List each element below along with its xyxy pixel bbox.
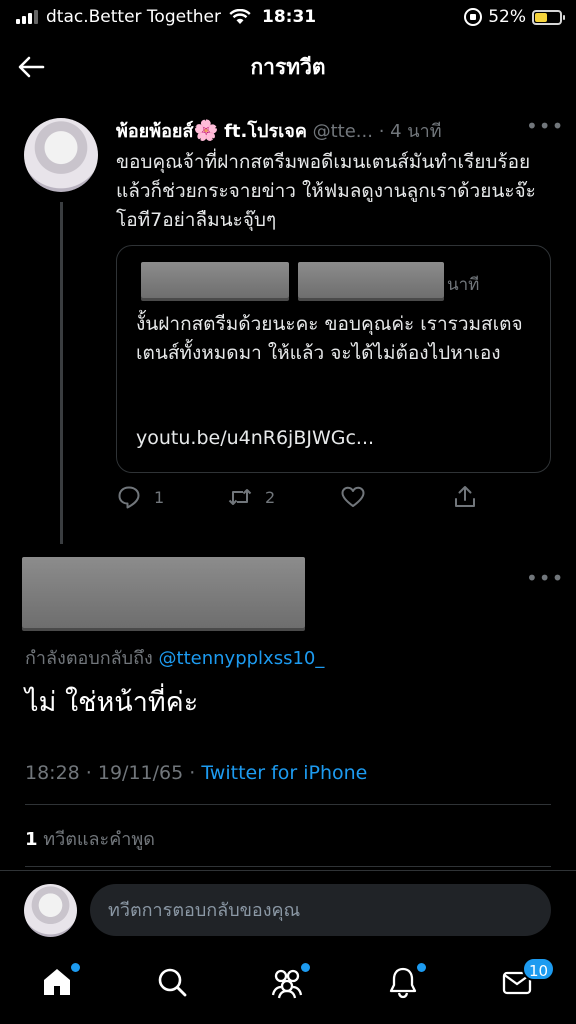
- quote-count: 1: [25, 829, 38, 850]
- thread-line: [60, 202, 63, 544]
- communities-icon: [271, 969, 303, 999]
- tweet-timestamp: 18:28 · 19/11/65 ·: [25, 762, 196, 784]
- quote-stats[interactable]: 1 ทวีตและคำพูด: [25, 824, 155, 853]
- redacted-block: [298, 262, 444, 298]
- retweet-count: 2: [265, 487, 276, 507]
- quote-label: ทวีตและคำพูด: [43, 829, 155, 850]
- quoted-time-ago: นาที: [447, 275, 480, 295]
- tab-communities[interactable]: [270, 963, 310, 1001]
- clock: 18:31: [262, 7, 317, 27]
- context-tweet-header: พ้อยพ้อยส์🌸 ft.โปรเจค @tte... · 4 นาที: [116, 116, 442, 145]
- redacted-block: [141, 262, 289, 298]
- retweet-icon: [228, 489, 252, 505]
- main-tweet-text: ไม่ ใช่หน้าที่ค่ะ: [25, 687, 199, 718]
- bottom-tab-bar: 10: [0, 955, 576, 1019]
- back-arrow-icon[interactable]: [16, 52, 46, 82]
- retweet-action[interactable]: 2: [227, 484, 275, 510]
- messages-badge: 10: [522, 957, 556, 981]
- status-right: 52%: [464, 7, 565, 27]
- tab-search[interactable]: [155, 965, 191, 1001]
- battery-percent: 52%: [488, 7, 526, 27]
- divider: [25, 866, 551, 867]
- tweet-source[interactable]: Twitter for iPhone: [201, 762, 367, 784]
- more-options-icon[interactable]: •••: [526, 114, 564, 138]
- context-tweet-text: ขอบคุณจ้าที่ฝากสตรีมพอดีเมนเตนส์มันทำเรี…: [116, 151, 536, 231]
- cellular-signal-icon: [16, 10, 38, 24]
- reply-count: 1: [154, 487, 165, 507]
- battery-icon: [532, 9, 565, 25]
- author-handle: @tte...: [312, 121, 373, 142]
- composer-divider: [0, 870, 576, 871]
- tweet-time-ago: · 4 นาที: [378, 121, 442, 142]
- quoted-tweet-link[interactable]: youtu.be/u4nR6jBJWGc...: [136, 427, 374, 449]
- page-title: การทวีต: [250, 54, 326, 79]
- heart-icon: [341, 486, 365, 507]
- tab-notifications[interactable]: [386, 963, 426, 1001]
- replying-prefix: กำลังตอบกลับถึง: [25, 648, 153, 669]
- home-notification-dot: [71, 963, 80, 972]
- author-name-suffix[interactable]: ft.โปรเจค: [224, 121, 307, 142]
- reply-icon: [118, 486, 140, 509]
- notifications-icon: [389, 967, 417, 999]
- redacted-author-block: [22, 557, 305, 628]
- wifi-icon: [229, 9, 251, 24]
- search-icon: [158, 968, 187, 997]
- share-action[interactable]: [452, 484, 478, 510]
- replying-mention[interactable]: @ttennypplxss10_: [159, 648, 325, 669]
- tweet-actions: 1 2: [116, 484, 556, 514]
- status-bar: dtac.Better Together 18:31 52%: [0, 0, 576, 34]
- flower-emoji-icon: 🌸: [193, 118, 219, 142]
- more-options-icon[interactable]: •••: [526, 566, 564, 590]
- share-icon: [455, 486, 475, 507]
- reply-input[interactable]: [90, 884, 551, 936]
- like-action[interactable]: [340, 484, 366, 510]
- rotation-lock-icon: [464, 8, 483, 26]
- communities-notification-dot: [301, 963, 310, 972]
- replying-to: กำลังตอบกลับถึง @ttennypplxss10_: [25, 643, 324, 672]
- divider: [25, 804, 551, 805]
- reply-action[interactable]: 1: [116, 484, 164, 510]
- author-avatar[interactable]: [24, 118, 98, 192]
- user-avatar[interactable]: [24, 884, 77, 937]
- battery-fill: [535, 12, 548, 22]
- quoted-tweet-text: งั้นฝากสตรีมด้วยนะคะ ขอบคุณค่ะ เรารวมสเต…: [136, 313, 523, 364]
- notifications-notification-dot: [417, 963, 426, 972]
- tweet-meta: 18:28 · 19/11/65 · Twitter for iPhone: [25, 762, 367, 784]
- top-header: การทวีต: [0, 40, 576, 94]
- tab-messages[interactable]: 10: [500, 957, 556, 1001]
- home-icon: [44, 969, 70, 995]
- carrier-name: dtac.Better Together: [46, 7, 221, 27]
- author-name[interactable]: พ้อยพ้อยส์: [116, 121, 193, 142]
- tab-home[interactable]: [40, 963, 80, 1001]
